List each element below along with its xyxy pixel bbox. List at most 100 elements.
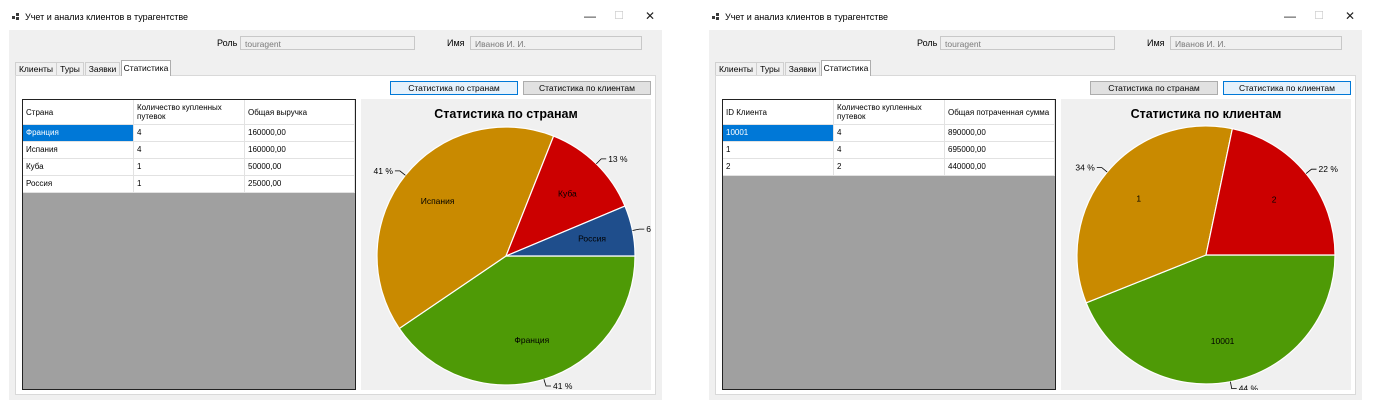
column-header[interactable]: Общая потраченная сумма	[945, 100, 1055, 125]
role-field[interactable]: touragent	[940, 36, 1115, 50]
role-label: Роль	[217, 38, 238, 48]
table-row[interactable]: 10001 4 890000,00	[723, 125, 1055, 142]
percent-label: 13 %	[608, 154, 628, 164]
title-bar: Учет и анализ клиентов в турагентстве — …	[700, 0, 1365, 30]
cell-country[interactable]: Франция	[23, 125, 134, 142]
cell-country[interactable]: Испания	[23, 142, 134, 159]
window-title: Учет и анализ клиентов в турагентстве	[725, 12, 889, 22]
app-window-countries: Учет и анализ клиентов в турагентстве — …	[0, 0, 665, 406]
percent-label: 41 %	[374, 166, 394, 176]
role-field[interactable]: touragent	[240, 36, 415, 50]
app-icon	[712, 13, 720, 21]
statistics-tab-page: Статистика по странам Статистика по клие…	[15, 75, 656, 395]
table-row[interactable]: Франция 4 160000,00	[23, 125, 355, 142]
slice-label: Россия	[578, 234, 606, 244]
table-row[interactable]: Россия 1 25000,00	[23, 176, 355, 193]
leader-line	[1305, 168, 1317, 174]
slice-label: 10001	[1211, 336, 1235, 346]
name-field[interactable]: Иванов И. И.	[470, 36, 642, 50]
percent-label: 34 %	[1075, 163, 1095, 173]
pie-chart-svg: Статистика по странам Франция 41 % Испания…	[374, 107, 651, 390]
statistics-grid[interactable]: Страна Количество купленных путевок Обща…	[22, 99, 356, 390]
cell-total[interactable]: 695000,00	[945, 142, 1055, 159]
statistics-tab-page: Статистика по странам Статистика по клие…	[715, 75, 1356, 395]
tab-requests[interactable]: Заявки	[785, 62, 820, 75]
stats-by-clients-button[interactable]: Статистика по клиентам	[1223, 81, 1351, 95]
column-header[interactable]: Общая выручка	[245, 100, 355, 125]
maximize-icon[interactable]: ☐	[609, 8, 629, 24]
percent-label: 44 %	[1239, 384, 1259, 390]
app-icon	[12, 13, 20, 21]
cell-country[interactable]: Куба	[23, 159, 134, 176]
slice-label: Испания	[421, 196, 455, 206]
stats-by-countries-button[interactable]: Статистика по странам	[1090, 81, 1218, 95]
slice-label: 1	[1136, 194, 1141, 204]
table-row[interactable]: 1 4 695000,00	[723, 142, 1055, 159]
leader-line	[543, 379, 551, 387]
stats-by-countries-button[interactable]: Статистика по странам	[390, 81, 518, 95]
table-row[interactable]: Куба 1 50000,00	[23, 159, 355, 176]
cell-revenue[interactable]: 160000,00	[245, 125, 355, 142]
percent-label: 41 %	[553, 381, 573, 390]
leader-line	[394, 170, 406, 176]
minimize-icon[interactable]: —	[1280, 8, 1300, 24]
name-field[interactable]: Иванов И. И.	[1170, 36, 1342, 50]
cell-revenue[interactable]: 50000,00	[245, 159, 355, 176]
tab-tours[interactable]: Туры	[56, 62, 84, 75]
column-header[interactable]: ID Клиента	[723, 100, 834, 125]
role-label: Роль	[917, 38, 938, 48]
tab-clients[interactable]: Клиенты	[715, 62, 757, 75]
cell-client-id[interactable]: 1	[723, 142, 834, 159]
pie-chart-clients: Статистика по клиентам 10001 44 % 1 34 % 2 22…	[1061, 99, 1351, 390]
cell-total[interactable]: 440000,00	[945, 159, 1055, 176]
name-label: Имя	[1147, 38, 1165, 48]
grid-header-row: ID Клиента Количество купленных путевок …	[723, 100, 1055, 125]
form-client-area: Роль touragent Имя Иванов И. И. Клиенты …	[9, 30, 662, 400]
cell-client-id[interactable]: 10001	[723, 125, 834, 142]
cell-count[interactable]: 4	[834, 142, 945, 159]
cell-count[interactable]: 2	[834, 159, 945, 176]
minimize-icon[interactable]: —	[580, 8, 600, 24]
leader-line	[1230, 381, 1237, 390]
slice-label: Франция	[514, 335, 549, 345]
column-header[interactable]: Количество купленных путевок	[834, 100, 945, 125]
stats-by-clients-button[interactable]: Статистика по клиентам	[523, 81, 651, 95]
cell-count[interactable]: 4	[134, 125, 245, 142]
close-icon[interactable]: ✕	[640, 8, 660, 24]
slice-label: Куба	[558, 188, 577, 198]
cell-count[interactable]: 4	[134, 142, 245, 159]
pie-chart-countries: Статистика по странам Франция 41 % Испания…	[361, 99, 651, 390]
table-row[interactable]: Испания 4 160000,00	[23, 142, 355, 159]
percent-label: 22 %	[1319, 164, 1339, 174]
cell-revenue[interactable]: 160000,00	[245, 142, 355, 159]
leader-line	[1096, 167, 1108, 173]
pie-chart-svg: Статистика по клиентам 10001 44 % 1 34 % 2 22…	[1075, 107, 1339, 390]
name-label: Имя	[447, 38, 465, 48]
app-window-clients: Учет и анализ клиентов в турагентстве — …	[700, 0, 1365, 406]
percent-label: 6	[646, 224, 651, 234]
cell-country[interactable]: Россия	[23, 176, 134, 193]
tab-statistics[interactable]: Статистика	[821, 60, 871, 76]
tab-statistics[interactable]: Статистика	[121, 60, 171, 76]
tab-requests[interactable]: Заявки	[85, 62, 120, 75]
leader-line	[632, 228, 645, 231]
tab-tours[interactable]: Туры	[756, 62, 784, 75]
window-title: Учет и анализ клиентов в турагентстве	[25, 12, 189, 22]
cell-client-id[interactable]: 2	[723, 159, 834, 176]
close-icon[interactable]: ✕	[1340, 8, 1360, 24]
form-client-area: Роль touragent Имя Иванов И. И. Клиенты …	[709, 30, 1362, 400]
column-header[interactable]: Страна	[23, 100, 134, 125]
cell-revenue[interactable]: 25000,00	[245, 176, 355, 193]
cell-total[interactable]: 890000,00	[945, 125, 1055, 142]
statistics-grid[interactable]: ID Клиента Количество купленных путевок …	[722, 99, 1056, 390]
title-bar: Учет и анализ клиентов в турагентстве — …	[0, 0, 665, 30]
maximize-icon[interactable]: ☐	[1309, 8, 1329, 24]
chart-title: Статистика по странам	[434, 107, 577, 121]
column-header[interactable]: Количество купленных путевок	[134, 100, 245, 125]
cell-count[interactable]: 4	[834, 125, 945, 142]
chart-title: Статистика по клиентам	[1131, 107, 1282, 121]
cell-count[interactable]: 1	[134, 176, 245, 193]
tab-clients[interactable]: Клиенты	[15, 62, 57, 75]
table-row[interactable]: 2 2 440000,00	[723, 159, 1055, 176]
cell-count[interactable]: 1	[134, 159, 245, 176]
